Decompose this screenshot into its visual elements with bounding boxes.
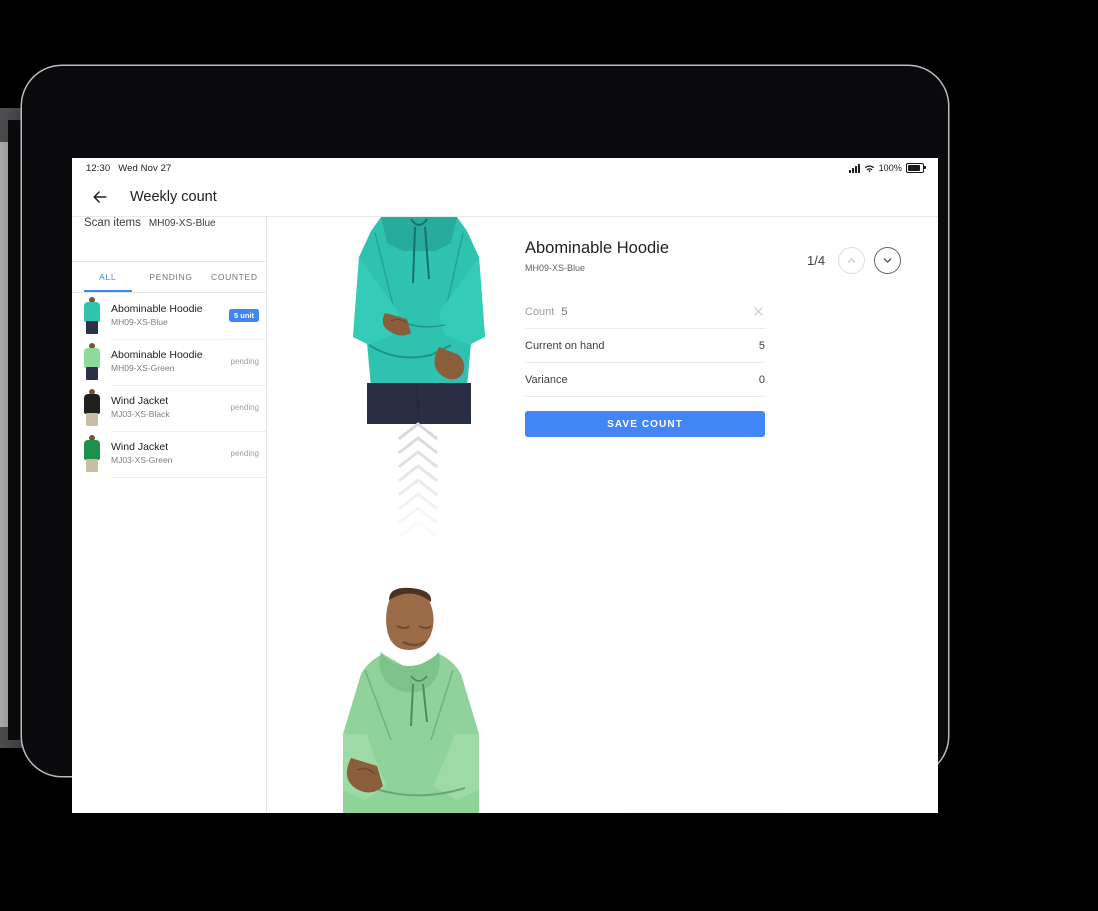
product-pager: 1/4: [807, 247, 902, 274]
chevron-up-icon: [847, 258, 856, 263]
item-meta: Wind Jacket MJ03-XS-Black pending: [111, 385, 266, 432]
item-thumbnail: [82, 434, 102, 474]
list-item[interactable]: Abominable Hoodie MH09-XS-Blue 5 unit: [82, 293, 266, 340]
list-item[interactable]: Abominable Hoodie MH09-XS-Green pending: [82, 339, 266, 386]
item-name: Wind Jacket: [111, 441, 169, 454]
product-detail-panel: Abominable Hoodie MH09-XS-Blue 1/4 Count…: [267, 217, 938, 813]
item-status: pending: [230, 449, 259, 458]
item-name: Abominable Hoodie: [111, 349, 203, 362]
next-item-button[interactable]: [874, 247, 902, 274]
tablet-screen: 12:30 Wed Nov 27 100% Weekly count Scan …: [72, 158, 938, 813]
pager-count: 1/4: [807, 253, 826, 268]
product-sku: MH09-XS-Blue: [525, 262, 586, 273]
battery-percent: 100%: [878, 163, 902, 173]
chevron-up-stack-icon: [392, 422, 444, 542]
item-sku: MJ03-XS-Green: [111, 454, 173, 465]
current-on-hand-value: 5: [758, 339, 765, 352]
green-hoodie-photo: [325, 580, 497, 813]
product-title: Abominable Hoodie: [525, 239, 670, 257]
previous-item-button[interactable]: [838, 247, 866, 274]
list-item[interactable]: Wind Jacket MJ03-XS-Black pending: [82, 385, 266, 432]
tab-pending[interactable]: PENDING: [139, 262, 202, 292]
item-meta: Abominable Hoodie MH09-XS-Blue 5 unit: [111, 293, 266, 340]
item-sku: MH09-XS-Blue: [111, 316, 168, 327]
item-thumbnail: [82, 342, 102, 382]
variance-label: Variance: [525, 373, 568, 386]
wifi-icon: [864, 164, 874, 172]
status-time: 12:30: [86, 162, 111, 174]
canvas-background: 12:30 Wed Nov 27 100% Weekly count Scan …: [0, 0, 1098, 911]
current-on-hand-row: Current on hand 5: [525, 329, 765, 363]
close-x-icon[interactable]: [752, 305, 765, 318]
item-status: pending: [230, 357, 259, 366]
product-header: Abominable Hoodie MH09-XS-Blue: [525, 239, 815, 273]
cellular-signal-icon: [848, 163, 860, 173]
count-form: Count 5 Current on hand 5 Variance 0 SAV…: [525, 295, 765, 437]
count-field-wrap: Count 5: [525, 306, 752, 318]
chevron-down-icon: [883, 258, 892, 263]
item-sku: MJ03-XS-Black: [111, 408, 170, 419]
teal-hoodie-photo: [339, 217, 499, 424]
count-label: Count: [525, 305, 555, 318]
status-date: Wed Nov 27: [118, 162, 172, 174]
item-thumbnail: [82, 388, 102, 428]
tab-all[interactable]: ALL: [76, 262, 139, 292]
variance-row: Variance 0: [525, 363, 765, 397]
back-arrow-icon[interactable]: [90, 187, 110, 207]
status-bar: 12:30 Wed Nov 27 100%: [72, 158, 938, 178]
scan-items-input[interactable]: MH09-XS-Blue: [149, 218, 216, 229]
current-on-hand-label: Current on hand: [525, 339, 605, 352]
page-title: Weekly count: [130, 189, 217, 205]
item-meta: Wind Jacket MJ03-XS-Green pending: [111, 431, 266, 478]
list-item[interactable]: Wind Jacket MJ03-XS-Green pending: [82, 431, 266, 478]
tablet-device-frame: 12:30 Wed Nov 27 100% Weekly count Scan …: [22, 66, 948, 813]
status-bar-left: 12:30 Wed Nov 27: [86, 163, 171, 174]
battery-icon: [906, 163, 926, 173]
items-sidebar: Scan items MH09-XS-Blue ALL PENDING COUN…: [72, 217, 267, 813]
item-name: Abominable Hoodie: [111, 303, 203, 316]
main-content: Scan items MH09-XS-Blue ALL PENDING COUN…: [72, 217, 938, 813]
item-list: Abominable Hoodie MH09-XS-Blue 5 unit Abomi…: [72, 293, 266, 478]
status-bar-right: 100%: [848, 163, 926, 173]
item-sku: MH09-XS-Green: [111, 362, 175, 373]
item-meta: Abominable Hoodie MH09-XS-Green pending: [111, 339, 266, 386]
count-input-value[interactable]: 5: [561, 306, 567, 318]
app-bar: Weekly count: [72, 178, 938, 217]
scan-items-row[interactable]: Scan items MH09-XS-Blue: [72, 217, 266, 262]
count-input-row[interactable]: Count 5: [525, 295, 765, 329]
item-name: Wind Jacket: [111, 395, 169, 408]
save-count-button[interactable]: SAVE COUNT: [525, 411, 765, 437]
variance-value: 0: [758, 373, 765, 386]
item-status: pending: [230, 403, 259, 412]
item-thumbnail: [82, 296, 102, 336]
tab-counted[interactable]: COUNTED: [203, 262, 266, 292]
status-badge: 5 unit: [229, 309, 259, 322]
scan-items-label: Scan items: [84, 217, 141, 229]
filter-tabs: ALL PENDING COUNTED: [72, 262, 266, 293]
